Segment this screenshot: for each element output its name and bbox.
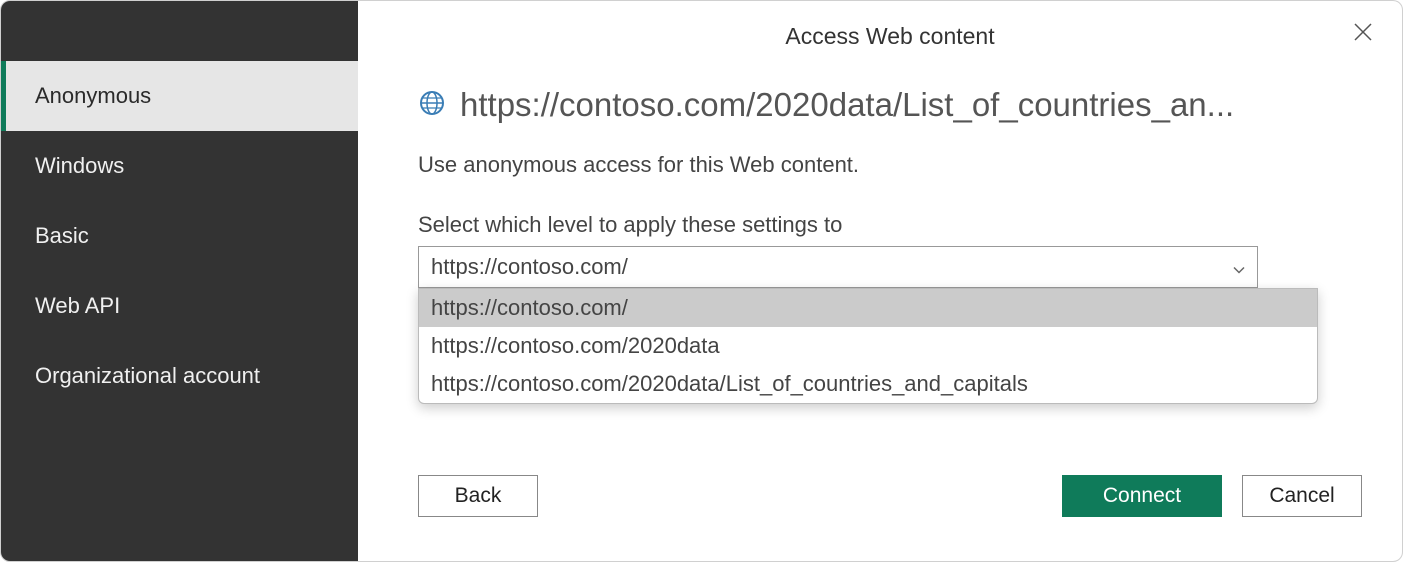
- sidebar-item-label: Windows: [35, 153, 124, 178]
- close-icon: [1352, 21, 1374, 43]
- sidebar-item-label: Anonymous: [35, 83, 151, 108]
- level-option-label: https://contoso.com/: [431, 295, 628, 320]
- level-option[interactable]: https://contoso.com/2020data/List_of_cou…: [419, 365, 1317, 403]
- sidebar-item-windows[interactable]: Windows: [1, 131, 358, 201]
- chevron-down-icon: [1233, 254, 1245, 280]
- back-button[interactable]: Back: [418, 475, 538, 517]
- level-option[interactable]: https://contoso.com/2020data: [419, 327, 1317, 365]
- level-option-label: https://contoso.com/2020data: [431, 333, 720, 358]
- auth-method-sidebar: Anonymous Windows Basic Web API Organiza…: [1, 1, 358, 561]
- level-option-label: https://contoso.com/2020data/List_of_cou…: [431, 371, 1028, 396]
- right-buttons: Connect Cancel: [1062, 475, 1362, 517]
- instruction-text: Use anonymous access for this Web conten…: [418, 152, 1362, 178]
- sidebar-item-label: Organizational account: [35, 363, 260, 388]
- level-select-value: https://contoso.com/: [431, 254, 628, 280]
- close-button[interactable]: [1352, 21, 1374, 48]
- sidebar-item-organizational-account[interactable]: Organizational account: [1, 341, 358, 411]
- url-row: https://contoso.com/2020data/List_of_cou…: [418, 86, 1362, 124]
- dialog-header: Access Web content: [418, 1, 1362, 50]
- level-dropdown-panel: https://contoso.com/ https://contoso.com…: [418, 288, 1318, 404]
- level-option[interactable]: https://contoso.com/: [419, 289, 1317, 327]
- sidebar-item-web-api[interactable]: Web API: [1, 271, 358, 341]
- sidebar-item-basic[interactable]: Basic: [1, 201, 358, 271]
- url-display: https://contoso.com/2020data/List_of_cou…: [460, 86, 1234, 124]
- level-select[interactable]: https://contoso.com/: [418, 246, 1258, 288]
- sidebar-item-label: Web API: [35, 293, 120, 318]
- level-select-wrap: https://contoso.com/ https://contoso.com…: [418, 246, 1362, 288]
- dialog-button-row: Back Connect Cancel: [418, 435, 1362, 517]
- sidebar-item-anonymous[interactable]: Anonymous: [1, 61, 358, 131]
- sidebar-item-label: Basic: [35, 223, 89, 248]
- access-web-content-dialog: Anonymous Windows Basic Web API Organiza…: [0, 0, 1403, 562]
- select-level-label: Select which level to apply these settin…: [418, 212, 1362, 238]
- dialog-title: Access Web content: [785, 23, 994, 50]
- cancel-button[interactable]: Cancel: [1242, 475, 1362, 517]
- connect-button[interactable]: Connect: [1062, 475, 1222, 517]
- globe-icon: [418, 89, 446, 122]
- main-panel: Access Web content https://contoso.com/2…: [358, 1, 1402, 561]
